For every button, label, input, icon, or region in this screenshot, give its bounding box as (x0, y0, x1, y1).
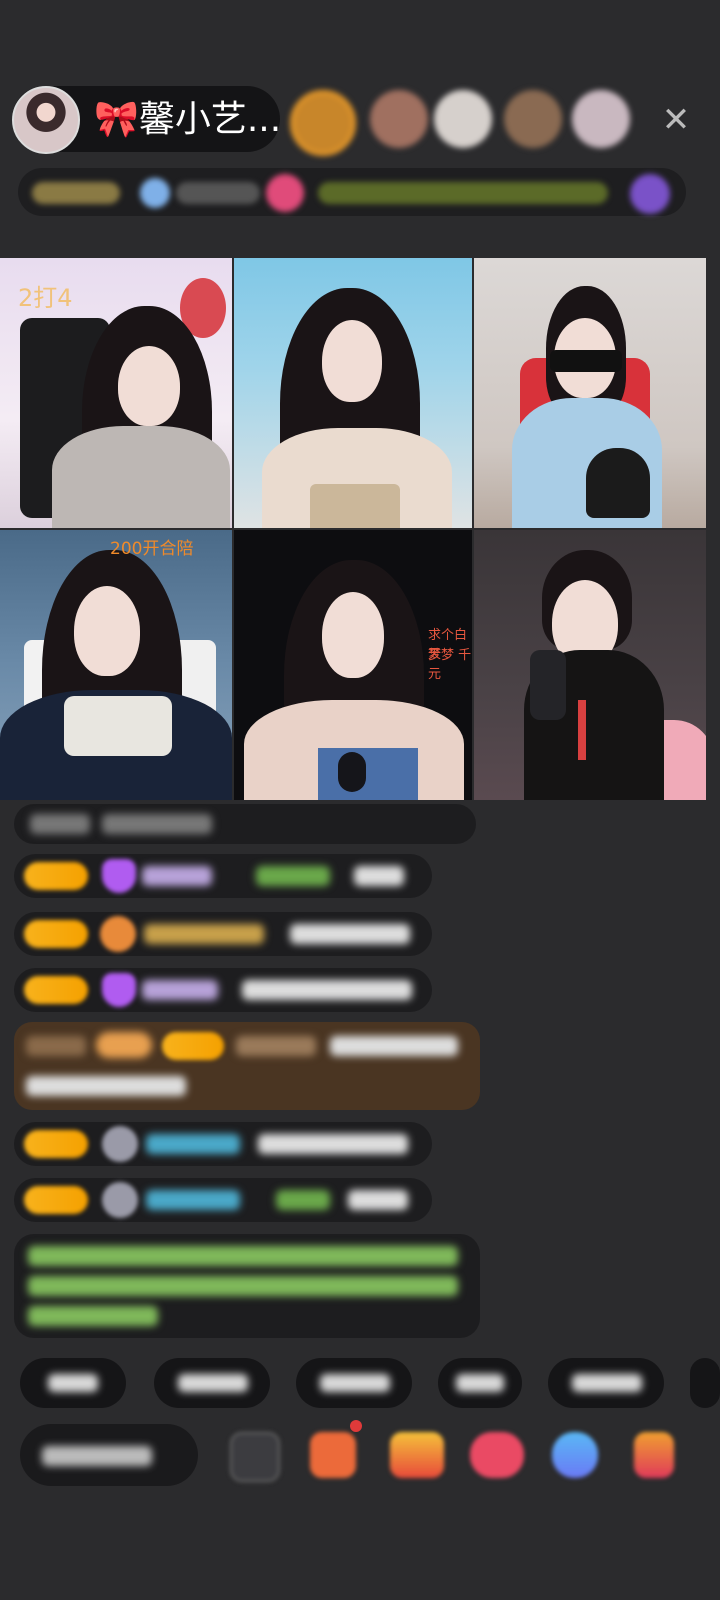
chat-highlight-message[interactable] (14, 1022, 480, 1110)
gift-icon[interactable] (552, 1432, 598, 1478)
quick-reply-chip[interactable] (154, 1358, 270, 1408)
guest-video-tile[interactable] (234, 258, 472, 528)
top-viewer-avatar[interactable] (504, 90, 562, 148)
chat-message[interactable] (14, 854, 432, 898)
guest-video-tile[interactable] (474, 258, 706, 528)
top-viewer-avatar[interactable] (290, 90, 356, 156)
gift-icon[interactable] (310, 1432, 356, 1478)
notification-dot (350, 1420, 362, 1432)
top-viewer-avatar[interactable] (434, 90, 492, 148)
chat-message[interactable] (14, 968, 432, 1012)
host-avatar[interactable] (12, 86, 80, 154)
quick-reply-chip[interactable] (690, 1358, 720, 1408)
guest-video-tile[interactable] (474, 530, 706, 800)
info-chip (630, 174, 670, 214)
guest-video-tile[interactable]: 200开合陪 (0, 530, 232, 800)
chat-message[interactable] (14, 1178, 432, 1222)
info-chip (318, 182, 608, 204)
tile-overlay-line: 梦梦 千元 (428, 648, 472, 682)
info-chip (176, 182, 260, 204)
gift-icon[interactable] (390, 1432, 444, 1478)
info-chip (140, 178, 170, 208)
emoji-icon[interactable] (230, 1432, 280, 1482)
guest-video-tile[interactable]: 求个白天 梦梦 千元 (234, 530, 472, 800)
quick-reply-chip[interactable] (296, 1358, 412, 1408)
tile-overlay-text: 200开合陪 (110, 539, 194, 559)
quick-reply-chip[interactable] (20, 1358, 126, 1408)
host-name[interactable]: 🎀馨小艺... (94, 98, 281, 142)
quick-reply-chip[interactable] (438, 1358, 522, 1408)
top-viewer-avatar[interactable] (370, 90, 428, 148)
tile-overlay-text: 2打4 (18, 284, 73, 312)
chat-system-message (14, 804, 476, 844)
guest-video-tile[interactable]: 2打4 (0, 258, 232, 528)
chat-message[interactable] (14, 1122, 432, 1166)
chat-announcement (14, 1234, 480, 1338)
gift-icon[interactable] (634, 1432, 674, 1478)
gift-icon[interactable] (470, 1432, 524, 1478)
multi-guest-grid: 2打4 200开合陪 求个白天 梦梦 千元 (0, 258, 706, 800)
close-icon[interactable]: ✕ (656, 100, 696, 140)
chat-message[interactable] (14, 912, 432, 956)
info-chip (32, 182, 120, 204)
chat-input[interactable] (20, 1424, 198, 1486)
quick-reply-chip[interactable] (548, 1358, 664, 1408)
info-chip (266, 174, 304, 212)
top-viewer-avatar[interactable] (572, 90, 630, 148)
